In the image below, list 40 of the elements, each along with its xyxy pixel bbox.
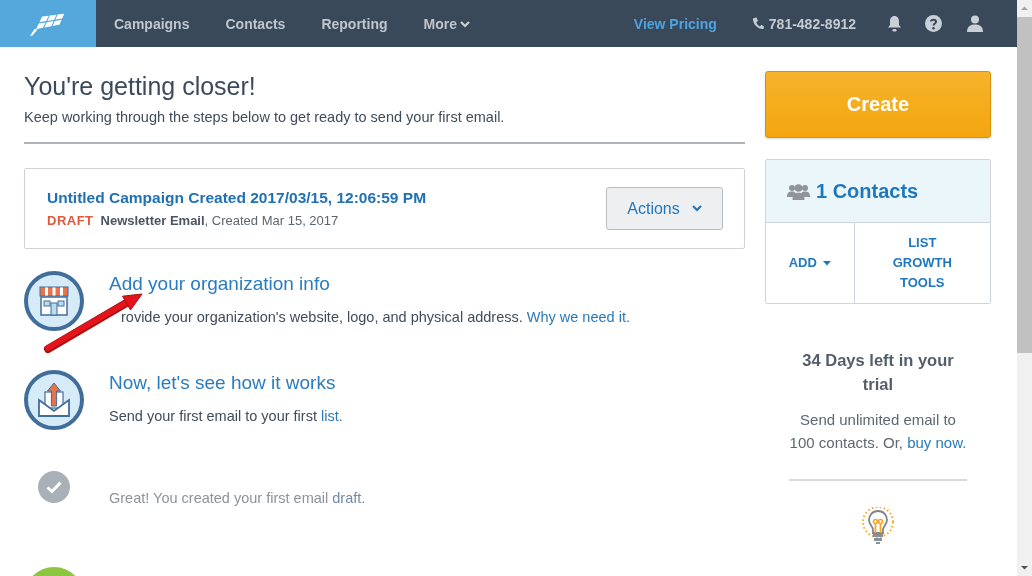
trial-heading: 34 Days left in your trial (801, 350, 955, 395)
trial-description: Send unlimited email to 100 contacts. Or, buy now. (789, 410, 967, 453)
step-description: Send your first email to your first list. (109, 407, 343, 426)
help-icon[interactable] (925, 15, 942, 32)
step-description: Great! You created your first email draft. (109, 489, 366, 508)
step-title-link[interactable]: Add your organization info (109, 271, 630, 297)
actions-button[interactable]: Actions (606, 187, 723, 230)
bell-icon[interactable] (887, 15, 902, 32)
campaign-title-link[interactable]: Untitled Campaign Created 2017/03/15, 12:06:59 PM (47, 187, 427, 208)
nav-link[interactable]: Campaigns (96, 15, 208, 32)
home-logo-button[interactable] (0, 0, 96, 47)
nav-link[interactable]: Reporting (303, 15, 406, 32)
people-icon (787, 182, 810, 200)
page-heading: You're getting closer! (24, 71, 257, 101)
flag-logo-icon (30, 11, 66, 36)
phone-icon (751, 17, 764, 30)
campaign-status: DRAFT (47, 211, 94, 230)
scrollbar-track[interactable] (1017, 0, 1032, 576)
buy-now-link[interactable]: buy now. (907, 434, 967, 451)
step-description: rovide your organization's website, logo, and physical address. Why we need it. (120, 308, 630, 327)
nav-link[interactable]: More (405, 15, 488, 32)
list-growth-tools-button[interactable]: LIST GROWTH TOOLS (853, 223, 990, 303)
lightbulb-icon (861, 507, 895, 545)
phone-link[interactable]: 781-482-8912 (751, 15, 856, 32)
step-title-link[interactable]: Now, let's see how it works (109, 370, 343, 396)
user-icon[interactable] (967, 15, 983, 32)
scrollbar-thumb[interactable] (1017, 17, 1032, 353)
contacts-count-link[interactable]: 1 Contacts (816, 179, 919, 203)
store-icon (24, 271, 84, 331)
envelope-icon (24, 370, 84, 430)
chevron-down-icon (691, 205, 702, 212)
campaign-details: Newsletter Email, Created Mar 15, 2017 (100, 211, 339, 230)
view-pricing-link[interactable]: View Pricing (633, 15, 717, 32)
caret-icon (822, 260, 831, 266)
inline-link[interactable]: draft. (332, 490, 366, 506)
check-icon (38, 471, 70, 503)
nav-link[interactable]: Contacts (207, 15, 304, 32)
page-subtitle: Keep working through the steps below to get ready to send your first email. (24, 108, 506, 127)
inline-link[interactable]: list. (320, 408, 343, 424)
inline-link[interactable]: Why we need it. (526, 309, 630, 325)
